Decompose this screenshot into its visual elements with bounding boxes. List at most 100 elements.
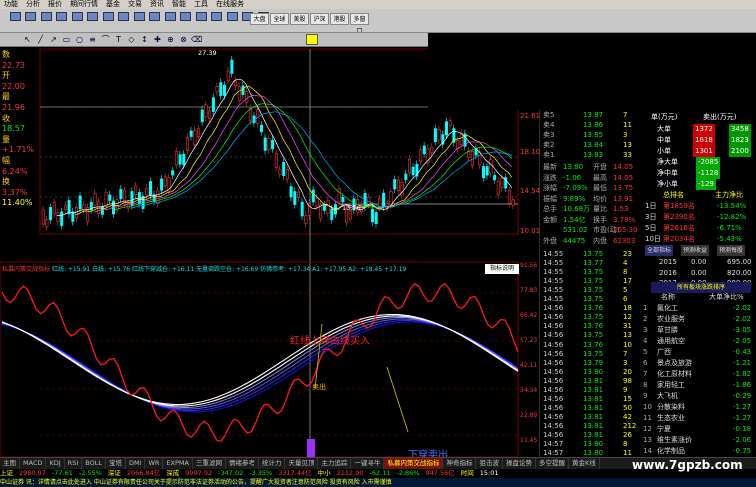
sector-name[interactable]: 草甘膦 [657, 325, 678, 336]
indicator-tab-18[interactable]: 操盘论势 [503, 458, 536, 469]
draw-tool-icon-9[interactable]: ↕ [139, 34, 150, 45]
indicator-tab-0[interactable]: 主图 [0, 458, 20, 469]
tick-time: 14:56 [543, 322, 564, 331]
tick-row: 14:56 13.81 50 [541, 404, 641, 413]
tick-time: 14:56 [543, 403, 564, 412]
color-swatch[interactable] [306, 34, 318, 45]
draw-tool-icon-6[interactable]: ⌒ [100, 34, 111, 45]
menu-item-9[interactable]: 在线服务 [216, 0, 244, 8]
menu-item-4[interactable]: 基金 [106, 0, 120, 8]
toolbar-right-0[interactable]: 大盘 [250, 13, 269, 25]
tick-time: 14:55 [543, 268, 564, 277]
indicator-tab-13[interactable]: 主力追踪 [318, 458, 352, 469]
draw-tool-icon-10[interactable]: ✚ [152, 34, 163, 45]
sector-value: -1.21 [733, 359, 752, 367]
sector-name[interactable]: 化学制品 [657, 446, 685, 457]
draw-tool-icon-3[interactable]: ▭ [61, 34, 72, 45]
tick-time: 14:57 [543, 440, 564, 449]
candle-body [496, 181, 500, 196]
menu-item-5[interactable]: 交易 [128, 0, 142, 8]
candle-body [378, 198, 382, 208]
indicator-tab-3[interactable]: RSI [65, 458, 83, 469]
draw-tool-icon-13[interactable]: ⌫ [191, 34, 202, 45]
menu-item-6[interactable]: 资讯 [150, 0, 164, 8]
tick-row: 14:56 13.81 42 [541, 413, 641, 422]
indicator-tab-17[interactable]: 狙击波 [476, 458, 503, 469]
sector-value: -3.05 [733, 326, 752, 334]
indicator-tab-10[interactable]: 情绪参考 [226, 458, 259, 469]
candle-body [182, 153, 186, 166]
forecast-tab-1[interactable]: 预测收益 [681, 245, 710, 256]
indicator-tab-9[interactable]: 三重滤网 [193, 458, 226, 469]
tick-row: 14:57 13.80 8 [541, 440, 641, 449]
sector-name[interactable]: 家用轻工 [657, 380, 685, 391]
toolbar-right-5[interactable]: 多窗口 [350, 13, 369, 32]
candle-body [448, 120, 452, 126]
indicator-tab-2[interactable]: KDJ [46, 458, 65, 469]
indicator-tab-15[interactable]: 私募内策交战指标 [384, 458, 444, 469]
indicator-tab-20[interactable]: 黄金K线 [569, 458, 600, 469]
draw-tool-icon-8[interactable]: ◇ [126, 34, 137, 45]
indicator-tab-12[interactable]: 天量见顶 [285, 458, 319, 469]
sector-name[interactable]: 景点及旅游 [657, 358, 692, 369]
indicator-tab-16[interactable]: 神奇指标 [443, 458, 477, 469]
ask-volume: 33 [623, 151, 632, 159]
toolbar-right-1[interactable]: 全球 [270, 13, 289, 25]
indicator-tab-19[interactable]: 多空提醒 [536, 458, 569, 469]
candle-body [330, 208, 334, 220]
menu-item-3[interactable]: 期间行情 [70, 0, 98, 8]
draw-tool-icon-2[interactable]: ↗ [48, 34, 59, 45]
indicator-tab-1[interactable]: MACD [20, 458, 47, 469]
menu-item-7[interactable]: 智能 [172, 0, 186, 8]
sector-name[interactable]: 分散染料 [657, 402, 685, 413]
menu-item-2[interactable]: 报价 [48, 0, 62, 8]
tick-row: 14:55 13.75 23 [541, 250, 641, 259]
tick-row: 14:56 13.81 212 [541, 422, 641, 431]
menu-item-1[interactable]: 分析 [26, 0, 40, 8]
indicator-axis-label: 91.56 [520, 262, 538, 269]
tick-price: 13.77 [583, 259, 604, 268]
toolbar-right-3[interactable]: 沪深 [310, 13, 329, 25]
indicator-tab-11[interactable]: 统计力 [259, 458, 286, 469]
status-item: 9997.92 [185, 469, 213, 477]
forecast-tab-0[interactable]: 全部指标 [645, 245, 674, 256]
status-item: 947.56亿 [425, 469, 455, 477]
tick-price: 13.81 [583, 412, 604, 421]
toolbar-right-4[interactable]: 港股 [330, 13, 349, 25]
sector-name[interactable]: 大飞机 [657, 391, 678, 402]
sector-name[interactable]: 氟化工 [657, 303, 678, 314]
indicator-tab-5[interactable]: 宝塔 [106, 458, 126, 469]
indicator-tab-14[interactable]: 一键寻牛 [351, 458, 385, 469]
draw-tool-icon-12[interactable]: ⊗ [178, 34, 189, 45]
sector-name[interactable]: 化工原材料 [657, 369, 692, 380]
high-price-mark: 27.39 [198, 49, 217, 57]
draw-tool-icon-11[interactable]: ⊕ [165, 34, 176, 45]
menu-item-8[interactable]: 工具 [194, 0, 208, 8]
sector-name[interactable]: 生态农业 [657, 413, 685, 424]
indicator-tab-6[interactable]: DMI [126, 458, 146, 469]
toolbar-right-2[interactable]: 美股 [290, 13, 309, 25]
stat-label2: 开盘 [593, 163, 607, 171]
indicator-tab-7[interactable]: WR [145, 458, 164, 469]
tick-price: 13.76 [583, 304, 604, 313]
candle-body [389, 191, 393, 206]
indicator-explain-button[interactable]: 指标说明 [485, 264, 519, 274]
sector-name[interactable]: 维生素涨价 [657, 435, 692, 446]
forecast-tab-2[interactable]: 预测每股 [717, 245, 746, 256]
draw-tool-icon-4[interactable]: ○ [74, 34, 85, 45]
candle-body [296, 191, 300, 198]
sector-value: -1.82 [733, 370, 752, 378]
draw-tool-icon-5[interactable]: ≡ [87, 34, 98, 45]
sector-name[interactable]: 宁夏 [657, 424, 671, 435]
sector-name[interactable]: 广西 [657, 347, 671, 358]
indicator-tab-4[interactable]: BOLL [82, 458, 106, 469]
sector-name[interactable]: 通用航空 [657, 336, 685, 347]
draw-tool-icon-0[interactable]: ↖ [22, 34, 33, 45]
tick-time: 14:55 [543, 259, 564, 268]
menu-item-0[interactable]: 功能 [4, 0, 18, 8]
draw-tool-icon-1[interactable]: ╱ [35, 34, 46, 45]
indicator-tab-8[interactable]: EXPMA [163, 458, 193, 469]
tick-time: 14:56 [543, 385, 564, 394]
draw-tool-icon-7[interactable]: T [113, 34, 124, 45]
sector-name[interactable]: 农业服务 [657, 314, 685, 325]
